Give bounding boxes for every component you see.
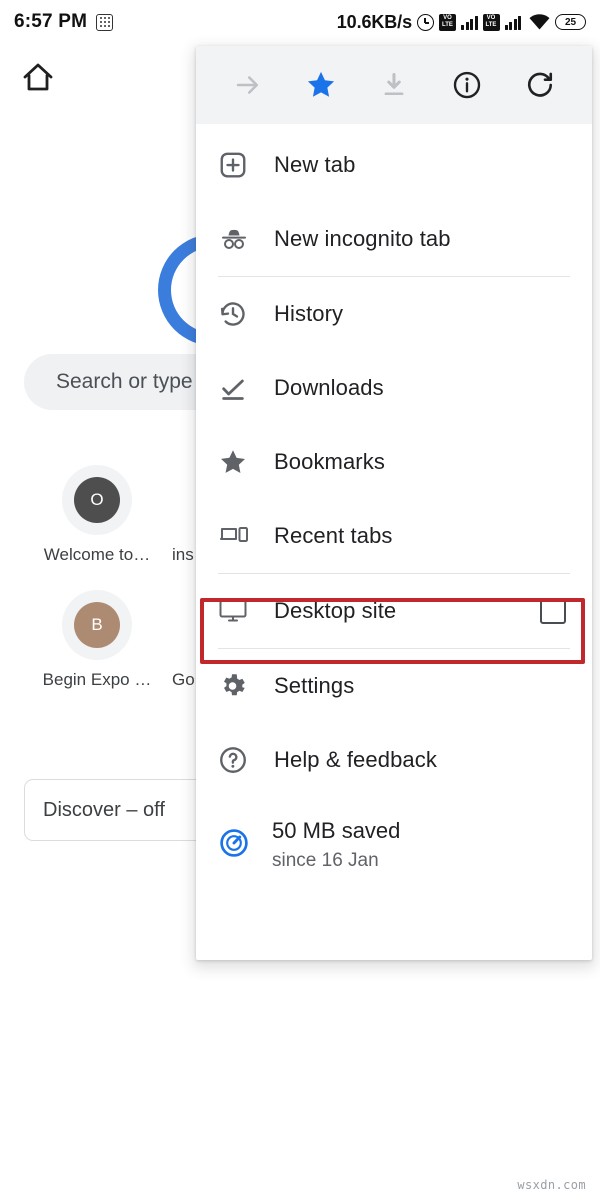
menu-item-downloads[interactable]: Downloads [196, 351, 592, 425]
menu-item-list: New tab New incognito tab [196, 124, 592, 893]
phone-screen: 6:57 PM 10.6KB/s VO LTE VO LTE 25 [0, 0, 600, 1200]
desktop-site-checkbox[interactable] [540, 598, 566, 624]
volte-sim2-bottom: LTE [483, 22, 500, 29]
forward-arrow-icon[interactable] [225, 62, 271, 108]
info-icon[interactable] [444, 62, 490, 108]
speedometer-icon [218, 827, 250, 864]
incognito-icon [218, 224, 264, 254]
watermark: wsxdn.com [517, 1178, 586, 1192]
star-filled-icon [218, 447, 264, 477]
reload-icon[interactable] [517, 62, 563, 108]
battery-level-label: 25 [565, 17, 576, 28]
avatar: O [74, 477, 120, 523]
home-icon[interactable] [22, 62, 54, 92]
tile-label: Begin Expo … [14, 670, 180, 690]
search-placeholder-label: Search or type [56, 370, 193, 394]
discover-label: Discover – off [43, 799, 165, 822]
chrome-overflow-menu: New tab New incognito tab [196, 46, 592, 960]
data-saved-amount: 50 MB saved [272, 817, 400, 845]
menu-item-bookmarks[interactable]: Bookmarks [196, 425, 592, 499]
laptop-phone-icon [218, 522, 264, 550]
menu-item-label: Settings [274, 673, 354, 699]
wifi-icon [529, 14, 550, 30]
menu-item-desktop-site[interactable]: Desktop site [196, 574, 592, 648]
tile-label-clipped: Go [172, 670, 195, 690]
menu-item-new-tab[interactable]: New tab [196, 128, 592, 202]
signal-bars-sim1-icon [461, 15, 478, 30]
menu-item-label: Desktop site [274, 598, 396, 624]
avatar: B [74, 602, 120, 648]
gear-icon [218, 671, 264, 701]
menu-item-help-feedback[interactable]: Help & feedback [196, 723, 592, 797]
monitor-icon [218, 597, 264, 625]
volte-sim1-icon: VO LTE [439, 14, 456, 31]
data-saved-since: since 16 Jan [272, 848, 400, 874]
network-speed-label: 10.6KB/s [337, 12, 412, 33]
alarm-clock-icon [417, 14, 434, 31]
star-icon[interactable] [298, 62, 344, 108]
tile-label-clipped: ins [172, 545, 194, 565]
menu-item-label: New tab [274, 152, 355, 178]
menu-item-label: History [274, 301, 343, 327]
app-grid-icon [96, 14, 113, 31]
menu-item-label: Bookmarks [274, 449, 385, 475]
menu-item-recent-tabs[interactable]: Recent tabs [196, 499, 592, 573]
menu-toolbar [196, 46, 592, 124]
volte-sim2-icon: VO LTE [483, 14, 500, 31]
download-icon[interactable] [371, 62, 417, 108]
signal-bars-sim2-icon [505, 15, 522, 30]
menu-item-label: Recent tabs [274, 523, 393, 549]
battery-indicator: 25 [555, 14, 586, 30]
status-bar: 6:57 PM 10.6KB/s VO LTE VO LTE 25 [0, 0, 600, 44]
menu-item-new-incognito-tab[interactable]: New incognito tab [196, 202, 592, 276]
status-bar-indicators: 10.6KB/s VO LTE VO LTE 25 [337, 12, 586, 33]
tile-label: Welcome to… [14, 545, 180, 565]
plus-square-icon [218, 150, 264, 180]
status-bar-clock: 6:57 PM [14, 11, 87, 33]
menu-item-label: New incognito tab [274, 226, 451, 252]
question-circle-icon [218, 745, 264, 775]
menu-item-history[interactable]: History [196, 277, 592, 351]
download-check-icon [218, 373, 264, 403]
menu-item-label: Downloads [274, 375, 384, 401]
volte-sim1-top: VO [439, 15, 456, 22]
menu-item-label: Help & feedback [274, 747, 437, 773]
history-clock-icon [218, 299, 264, 329]
data-saved-texts: 50 MB saved since 16 Jan [272, 817, 400, 874]
volte-sim2-top: VO [483, 15, 500, 22]
volte-sim1-bottom: LTE [439, 22, 456, 29]
menu-item-data-saved[interactable]: 50 MB saved since 16 Jan [196, 797, 592, 893]
menu-item-settings[interactable]: Settings [196, 649, 592, 723]
